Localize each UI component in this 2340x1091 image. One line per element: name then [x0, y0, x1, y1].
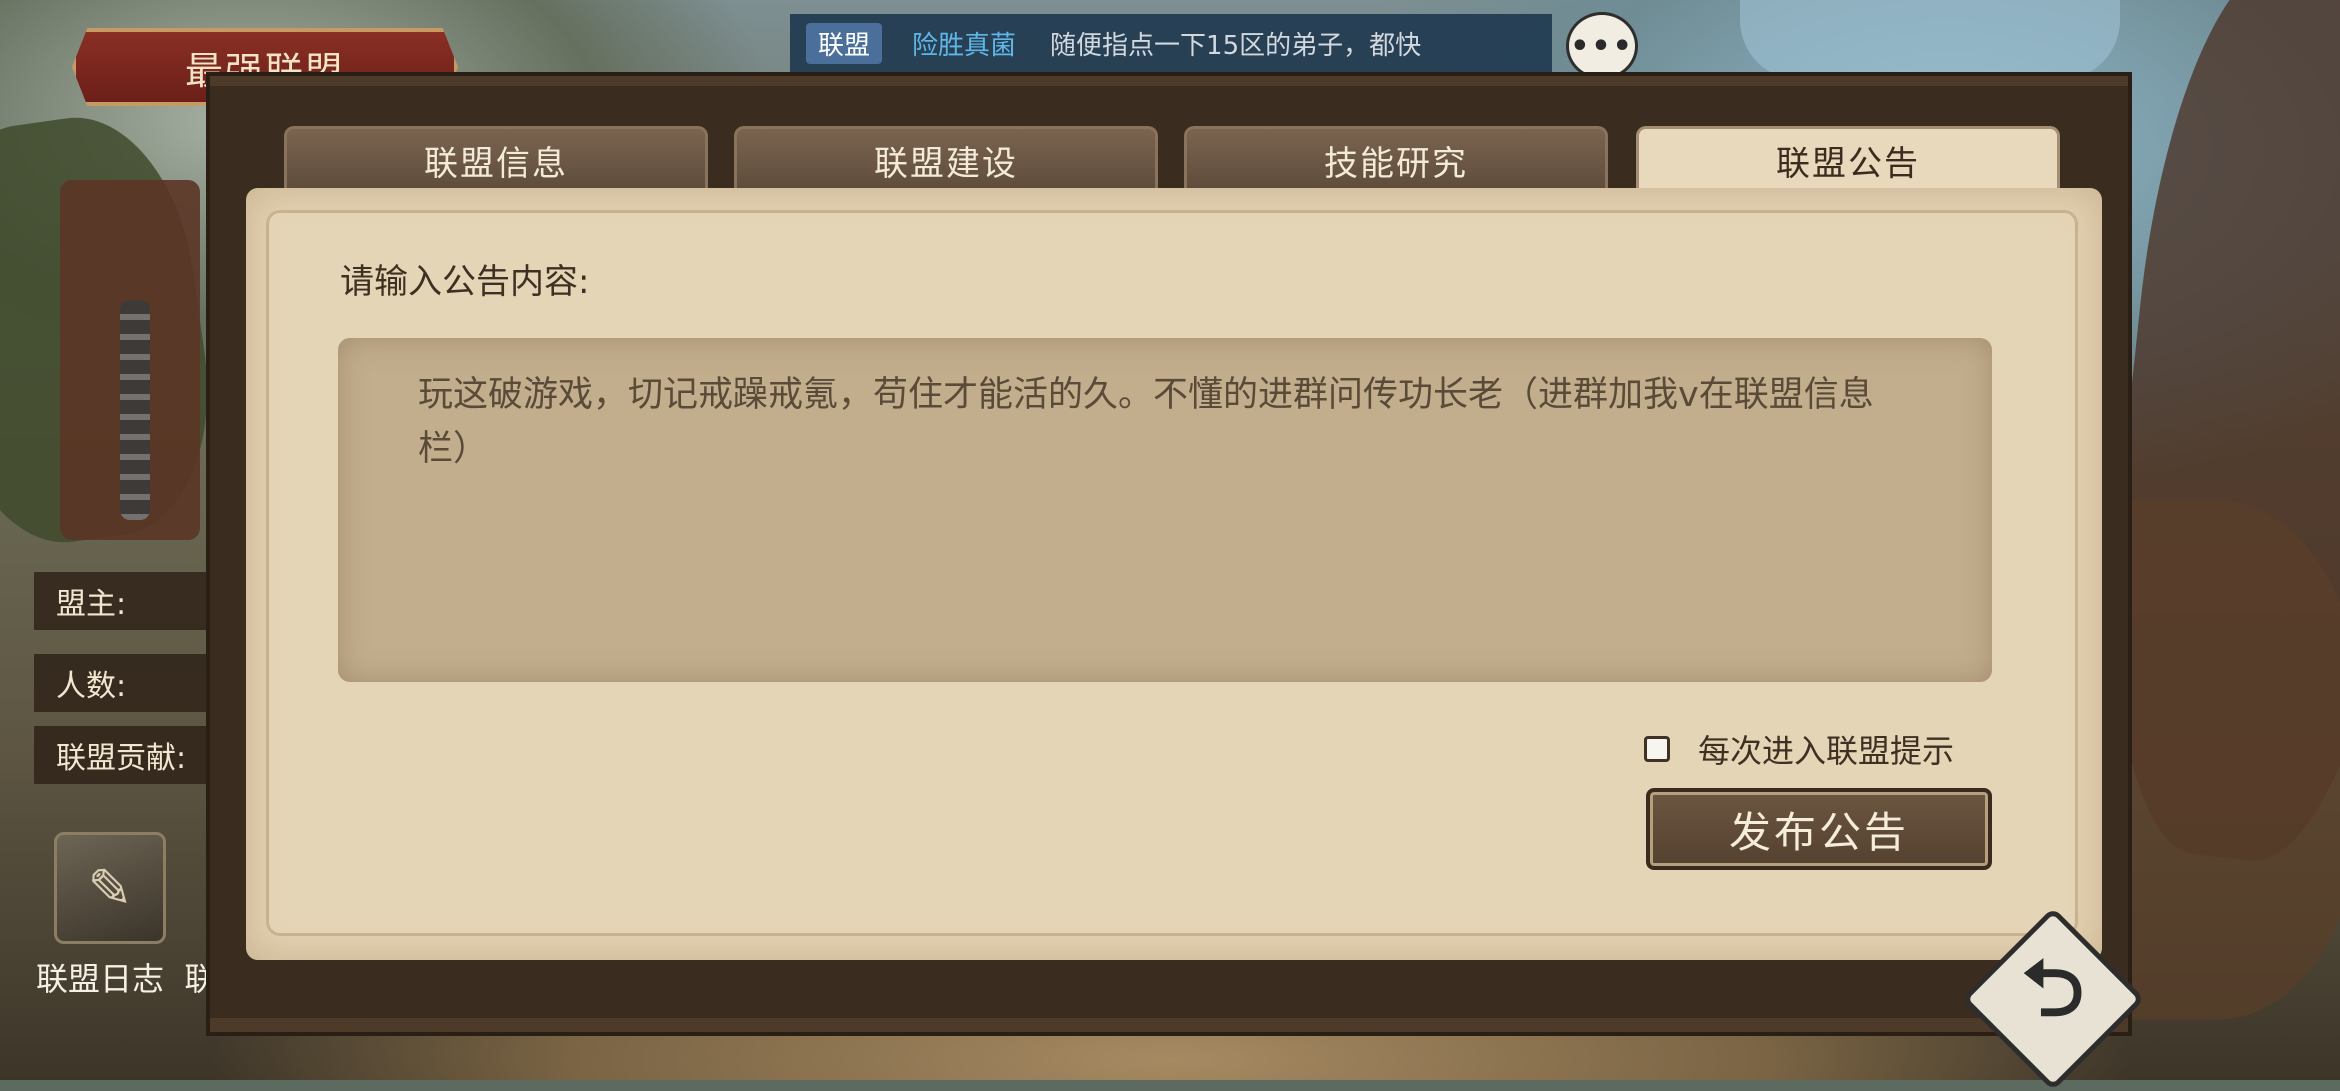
more-dots-icon[interactable]: •••	[1566, 12, 1638, 80]
tab-alliance-info[interactable]: 联盟信息	[284, 126, 708, 192]
notice-text-input[interactable]: 玩这破游戏，切记戒躁戒氪，苟住才能活的久。不懂的进群问传功长老（进群加我v在联盟…	[338, 338, 1992, 682]
chat-ticker[interactable]: 联盟 险胜真菌 随便指点一下15区的弟子，都快	[790, 14, 1552, 72]
tab-alliance-notice[interactable]: 联盟公告	[1636, 126, 2060, 192]
remind-label: 每次进入联盟提示	[1698, 732, 1955, 770]
chat-message: 随便指点一下15区的弟子，都快	[1050, 30, 1422, 61]
tab-skill-research[interactable]: 技能研究	[1184, 126, 1608, 192]
notice-prompt: 请输入公告内容:	[340, 262, 590, 302]
alliance-log-label[interactable]: 联盟日志 联	[36, 954, 216, 1000]
scroll-icon[interactable]: ✎	[54, 832, 166, 944]
chat-channel-tag: 联盟	[806, 22, 883, 64]
publish-notice-button[interactable]: 发布公告	[1646, 788, 1992, 870]
chat-sender-name[interactable]: 险胜真菌	[912, 25, 1016, 62]
members-label: 人数:	[34, 654, 224, 712]
leader-label: 盟主:	[34, 572, 224, 630]
tab-alliance-build[interactable]: 联盟建设	[734, 126, 1158, 192]
remind-checkbox[interactable]	[1644, 736, 1670, 762]
contribution-label: 联盟贡献:	[34, 726, 224, 784]
remind-toggle[interactable]: 每次进入联盟提示	[1644, 726, 1954, 772]
return-arrow-icon[interactable]: ⮌	[1988, 934, 2118, 1064]
